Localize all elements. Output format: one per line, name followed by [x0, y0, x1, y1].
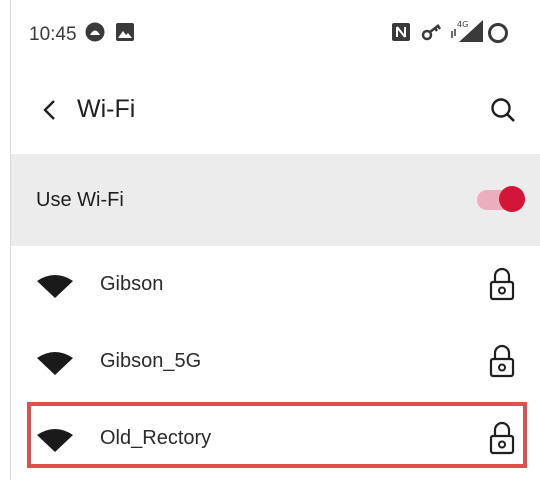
use-wifi-label: Use Wi-Fi	[36, 189, 124, 211]
lock-icon	[489, 344, 515, 378]
network-name: Gibson	[100, 273, 164, 295]
back-button[interactable]	[29, 90, 69, 130]
use-wifi-row[interactable]: Use Wi-Fi	[11, 154, 540, 246]
4g-signal-icon: 4G	[451, 20, 483, 42]
nfc-icon	[392, 23, 410, 41]
app-notification-icon	[85, 22, 105, 42]
network-item-old-rectory[interactable]: Old_Rectory	[11, 400, 540, 477]
wifi-signal-icon	[37, 429, 73, 452]
vpn-key-icon	[421, 24, 442, 41]
search-button[interactable]	[481, 88, 525, 132]
lock-icon	[489, 421, 515, 455]
network-item-gibson-5g[interactable]: Gibson_5G	[11, 323, 540, 400]
network-list: Gibson Gibson_5G Old_Rectory	[11, 246, 540, 477]
screen: 10:45 4G Wi-Fi Use Wi-Fi Gibson Gibson_5…	[10, 0, 540, 480]
use-wifi-toggle[interactable]	[477, 186, 525, 214]
status-bar: 10:45 4G	[11, 0, 540, 64]
status-time: 10:45	[29, 24, 77, 45]
toggle-thumb	[499, 186, 525, 212]
network-name: Old_Rectory	[100, 427, 212, 449]
search-icon	[491, 98, 515, 122]
lock-icon	[489, 267, 515, 301]
battery-ring-icon	[488, 23, 508, 43]
image-icon	[116, 23, 134, 41]
network-item-gibson[interactable]: Gibson	[11, 246, 540, 323]
top-app-bar: Wi-Fi	[11, 64, 540, 154]
wifi-signal-icon	[37, 275, 73, 298]
network-type-label: 4G	[457, 20, 468, 29]
back-arrow-icon	[43, 100, 55, 120]
network-name: Gibson_5G	[100, 350, 202, 372]
page-title: Wi-Fi	[77, 95, 136, 123]
wifi-signal-icon	[37, 352, 73, 375]
